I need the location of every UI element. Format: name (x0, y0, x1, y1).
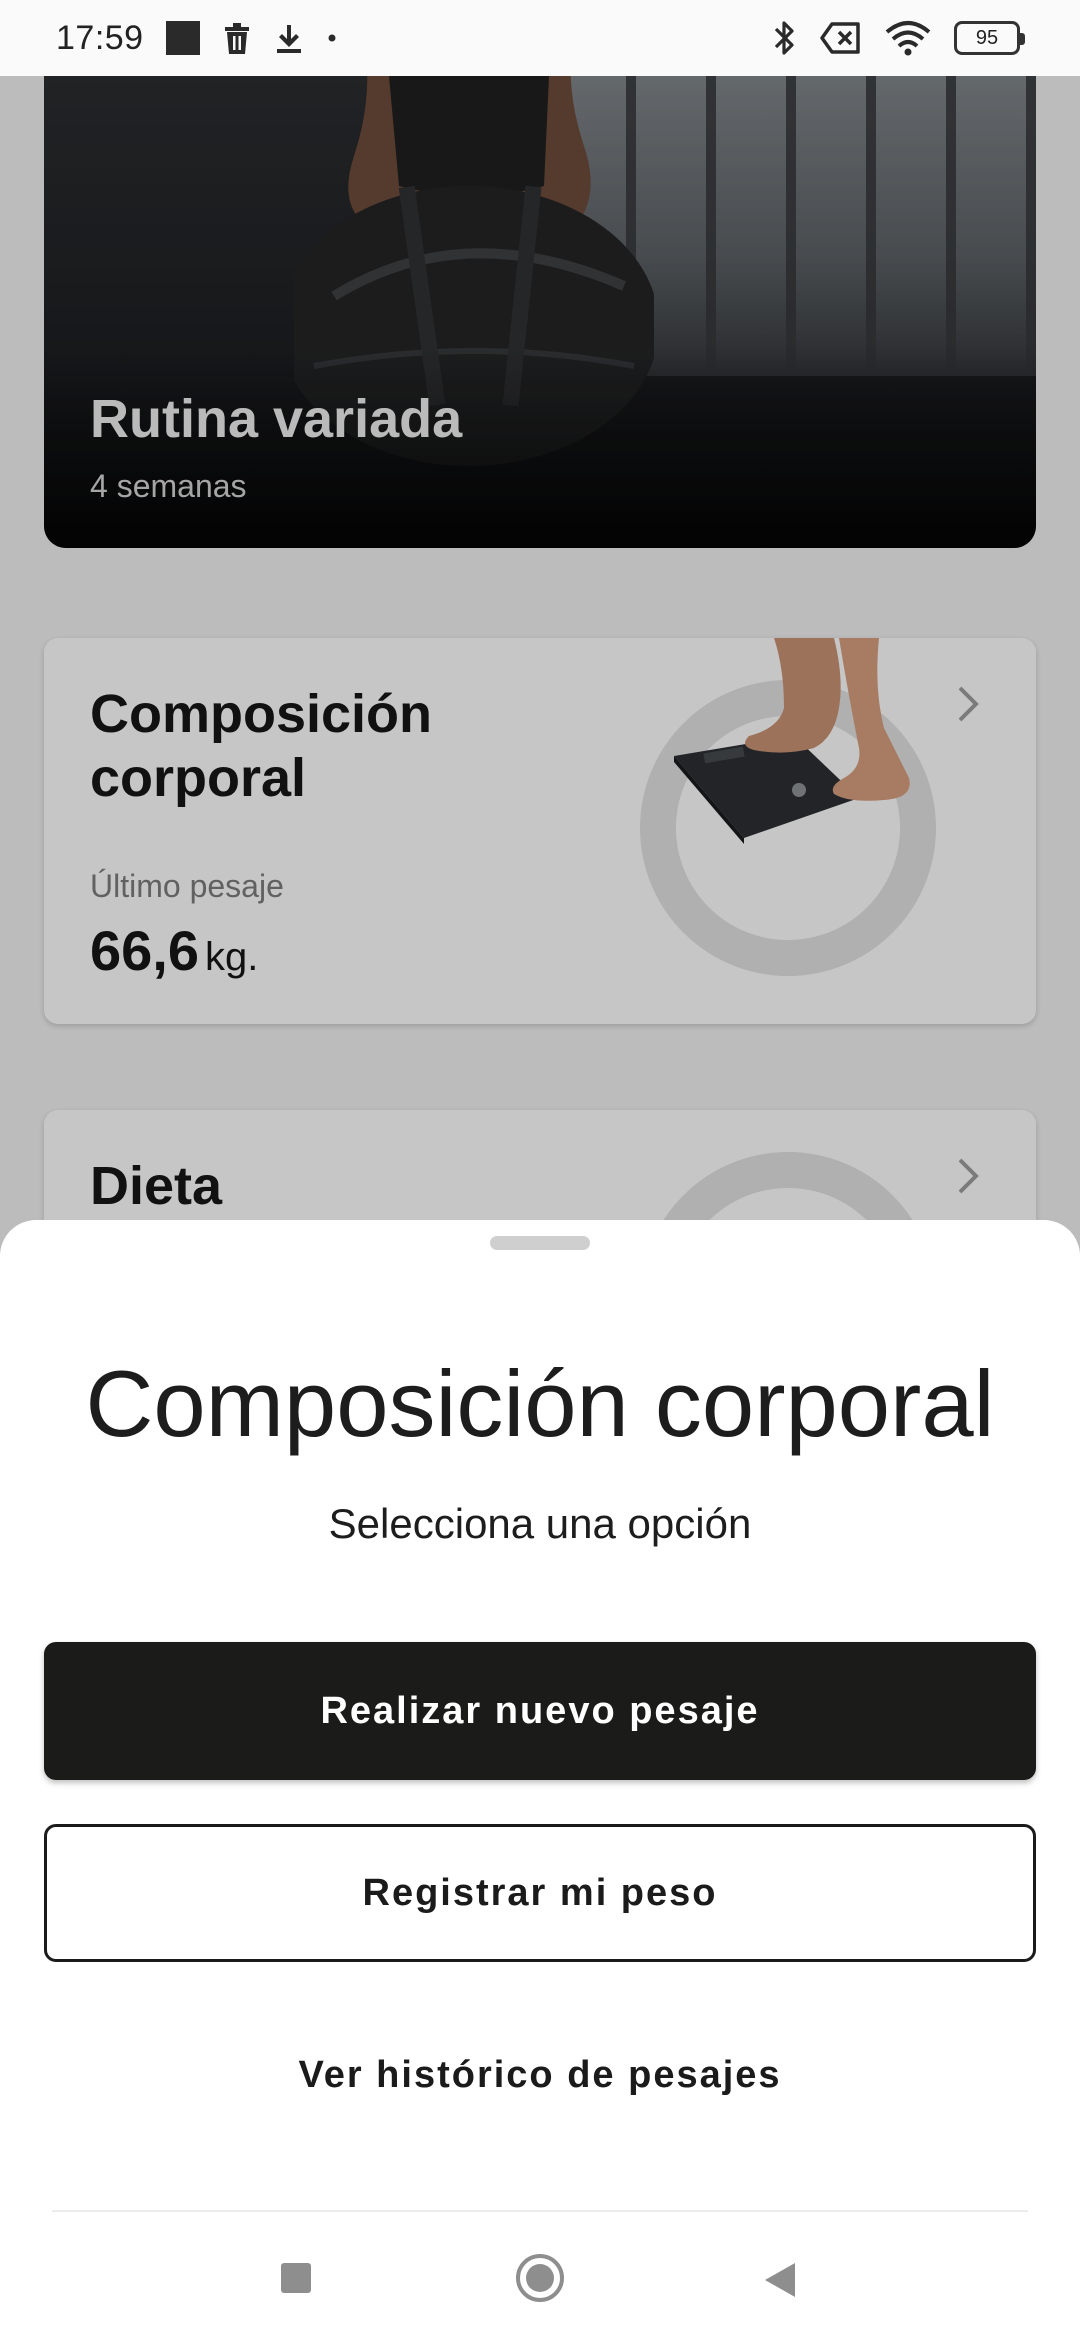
recents-icon[interactable] (278, 2260, 314, 2296)
status-left: 17:59 (56, 19, 338, 58)
status-right: 95 (772, 18, 1025, 58)
trash-icon (224, 23, 249, 54)
download-icon (276, 25, 301, 53)
status-time: 17:59 (56, 18, 144, 57)
square-icon (165, 21, 200, 55)
sheet-subtitle: Selecciona una opción (328, 1500, 752, 1547)
home-icon[interactable] (514, 2252, 566, 2304)
system-nav-bar (0, 2220, 1080, 2340)
dot-icon (328, 34, 336, 42)
divider (52, 2210, 1028, 2212)
wifi-icon (885, 21, 931, 56)
sheet-title: Composición corporal (85, 1351, 995, 1456)
sim-off-icon (820, 22, 860, 54)
status-bar: 17:59 95 (0, 0, 1080, 76)
bluetooth-icon (774, 21, 794, 55)
bottom-sheet: Composición corporal Selecciona una opci… (0, 1220, 1080, 2340)
new-weigh-button[interactable]: Realizar nuevo pesaje (44, 1642, 1036, 1780)
drag-handle[interactable] (490, 1236, 590, 1250)
back-icon[interactable] (762, 2260, 798, 2300)
weigh-history-button[interactable]: Ver histórico de pesajes (44, 2006, 1036, 2144)
register-weight-button[interactable]: Registrar mi peso (44, 1824, 1036, 1962)
battery-icon: 95 (954, 21, 1025, 55)
